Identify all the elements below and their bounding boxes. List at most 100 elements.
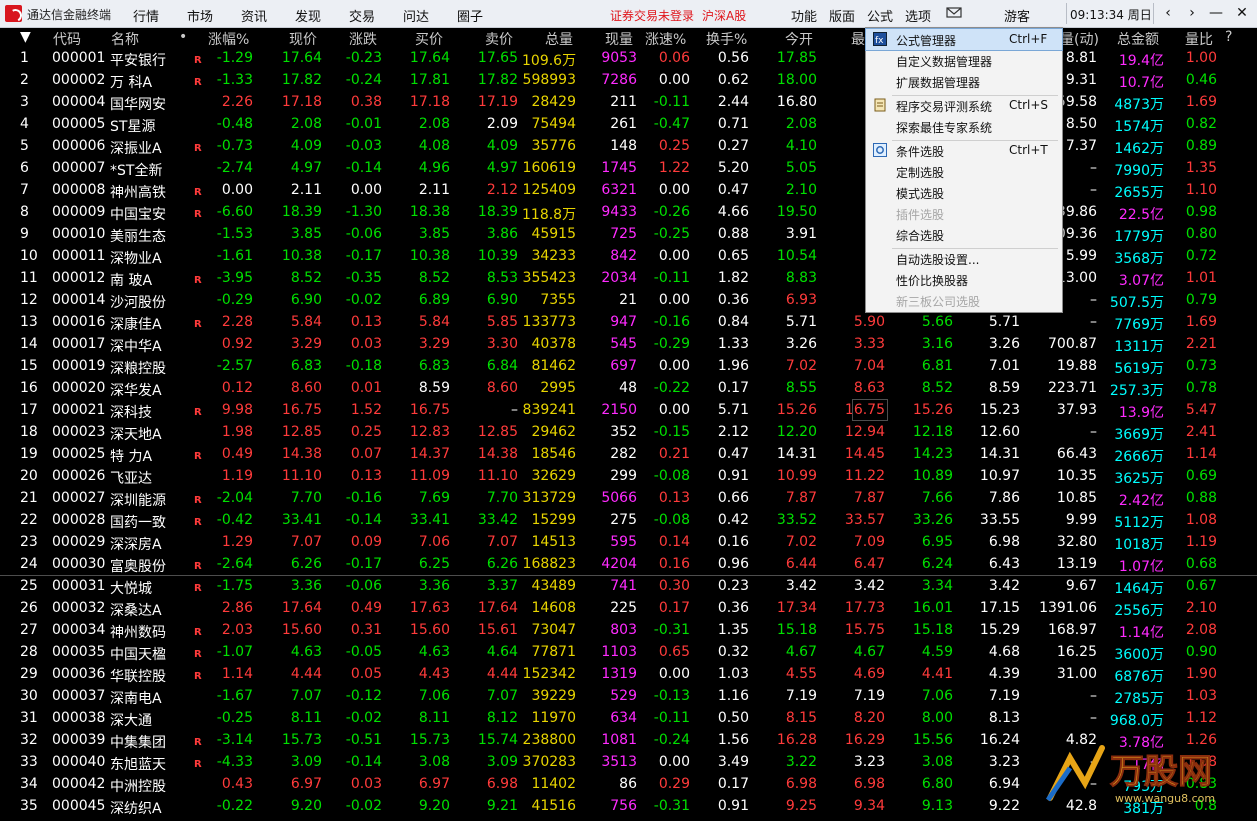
table-row[interactable]: 24 000030 富奥股份 R -2.64 6.26 -0.17 6.25 6.26 16882… [0, 554, 1257, 576]
col-current-volume[interactable]: 现量 [605, 29, 633, 49]
cell-cur: 529 [610, 688, 637, 704]
cell-open: 18.00 [776, 72, 817, 88]
col-help[interactable]: ? [1225, 29, 1232, 45]
col-volume-ratio[interactable]: 量比 [1185, 29, 1213, 49]
forward-icon[interactable]: › [1182, 4, 1202, 22]
menu-wenda[interactable]: 问达 [403, 6, 429, 25]
trade-login-status[interactable]: 证券交易未登录 [610, 7, 694, 24]
menu-jiaoyi[interactable]: 交易 [349, 6, 375, 25]
table-row[interactable]: 23 000029 深深房A 1.29 7.07 0.09 7.06 7.07 14513 595… [0, 532, 1257, 554]
menu-zixun[interactable]: 资讯 [241, 6, 267, 25]
table-row[interactable]: 27 000034 神州数码 R 2.03 15.60 0.31 15.60 15.61 7304… [0, 620, 1257, 642]
table-row[interactable]: 8 000009 中国宝安 R -6.60 18.39 -1.30 18.38 18.39 118… [0, 202, 1257, 224]
col-name[interactable]: 名称 [111, 29, 139, 49]
table-row[interactable]: 13 000016 深康佳A R 2.28 5.84 0.13 5.84 5.85 133773 9… [0, 312, 1257, 334]
cell-code: 000012 [52, 270, 106, 286]
col-change[interactable]: 涨跌 [349, 29, 377, 49]
col-volume[interactable]: 总量 [545, 29, 573, 49]
col-turnover[interactable]: 换手% [706, 29, 747, 49]
col-change-pct[interactable]: 涨幅% [208, 29, 249, 49]
table-row[interactable]: 16 000020 深华发A 0.12 8.60 0.01 8.59 8.60 2995 48 -0… [0, 378, 1257, 400]
menu-item-condition-select[interactable]: 条件选股 Ctrl+T [866, 140, 1062, 161]
col-ratio[interactable]: 量(动) [1060, 29, 1099, 49]
table-row[interactable]: 19 000025 特 力A R 0.49 14.38 0.07 14.37 14.38 1854… [0, 444, 1257, 466]
cell-open: 8.15 [785, 710, 817, 726]
cell-pct: 0.00 [221, 182, 253, 198]
table-row[interactable]: 28 000035 中国天楹 R -1.07 4.63 -0.05 4.63 4.64 77871… [0, 642, 1257, 664]
menu-banmian[interactable]: 版面 [829, 6, 855, 25]
menu-item-combined-select[interactable]: 综合选股 [866, 224, 1062, 245]
table-row[interactable]: 10 000011 深物业A -1.61 10.38 -0.17 10.38 10.39 342… [0, 246, 1257, 268]
menu-item-program-trading[interactable]: 程序交易评测系统 Ctrl+S [866, 95, 1062, 116]
table-row[interactable]: 18 000023 深天地A 1.98 12.85 0.25 12.83 12.85 29462… [0, 422, 1257, 444]
table-row[interactable]: 31 000038 深大通 -0.25 8.11 -0.02 8.11 8.12 11970 63… [0, 708, 1257, 730]
menu-xuanxiang[interactable]: 选项 [905, 6, 931, 25]
table-row[interactable]: 2 000002 万 科A R -1.33 17.82 -0.24 17.81 17.82 598… [0, 70, 1257, 92]
table-row[interactable]: 25 000031 大悦城 R -1.75 3.36 -0.06 3.36 3.37 43489 7… [0, 576, 1257, 598]
table-row[interactable]: 1 000001 平安银行 R -1.29 17.64 -0.23 17.64 17.65 109… [0, 48, 1257, 70]
table-row[interactable]: 17 000021 深科技 R 9.98 16.75 1.52 16.75–839241 215… [0, 400, 1257, 422]
cell-spd: -0.08 [653, 512, 690, 528]
col-price[interactable]: 现价 [289, 29, 317, 49]
col-code[interactable]: 代码 [53, 29, 81, 49]
mail-icon[interactable] [946, 4, 962, 24]
cell-vol: 152342 [522, 666, 576, 682]
table-row[interactable]: 5 000006 深振业A R -0.73 4.09 -0.03 4.08 4.09 35776 1… [0, 136, 1257, 158]
table-row[interactable]: 15 000019 深粮控股 -2.57 6.83 -0.18 6.83 6.84 81462 6… [0, 356, 1257, 378]
user-label[interactable]: 游客 [1004, 6, 1030, 25]
cell-turn: 0.17 [717, 776, 749, 792]
menu-item-pattern-select[interactable]: 模式选股 [866, 182, 1062, 203]
cell-name: 万 科A [110, 75, 153, 91]
cell-ratio: 10.35 [1056, 468, 1097, 484]
table-row[interactable]: 6 000007 *ST全新 -2.74 4.97 -0.14 4.96 4.97 160619… [0, 158, 1257, 180]
maximize-icon[interactable] [1207, 4, 1227, 22]
menu-item-custom-select[interactable]: 定制选股 [866, 161, 1062, 182]
col-bid[interactable]: 买价 [415, 29, 443, 49]
menu-item-formula-manager[interactable]: fx 公式管理器 Ctrl+F [865, 28, 1063, 51]
cell-code: 000036 [52, 666, 106, 682]
col-ask[interactable]: 卖价 [485, 29, 513, 49]
table-row[interactable]: 20 000026 飞亚达 1.19 11.10 0.13 11.09 11.10 32629 2… [0, 466, 1257, 488]
table-row[interactable]: 7 000008 神州高铁 R 0.00 2.11 0.00 2.11 2.12 125409 63… [0, 180, 1257, 202]
table-row[interactable]: 12 000014 沙河股份 -0.29 6.90 -0.02 6.89 6.90 7355 21… [0, 290, 1257, 312]
cell-low: 8.00 [921, 710, 953, 726]
table-row[interactable]: 9 000010 美丽生态 -1.53 3.85 -0.06 3.85 3.86 45915 72… [0, 224, 1257, 246]
table-row[interactable]: 29 000036 华联控股 R 1.14 4.44 0.05 4.43 4.44 152342 1… [0, 664, 1257, 686]
table-row[interactable]: 21 000027 深圳能源 R -2.04 7.70 -0.16 7.69 7.70 31372… [0, 488, 1257, 510]
col-amount[interactable]: 总金额 [1117, 29, 1159, 49]
cell-pct: -0.42 [216, 512, 253, 528]
cell-vr: 0.89 [1185, 138, 1217, 154]
menu-item-plugin-select: 插件选股 [896, 208, 945, 222]
menu-item-expert-system[interactable]: 探索最佳专家系统 [866, 116, 1062, 137]
table-row[interactable]: 4 000005 ST星源 -0.48 2.08 -0.01 2.08 2.09 75494 26… [0, 114, 1257, 136]
cell-vr: 0.98 [1185, 204, 1217, 220]
menu-quanzi[interactable]: 圈子 [457, 6, 483, 25]
sort-toggle-icon[interactable]: ▼ [20, 29, 31, 45]
menu-item-value-swapper[interactable]: 性价比换股器 [866, 269, 1062, 290]
table-row[interactable]: 3 000004 国华网安 2.26 17.18 0.38 17.18 17.19 28429 2… [0, 92, 1257, 114]
table-row[interactable]: 26 000032 深桑达A 2.86 17.64 0.49 17.63 17.64 14608… [0, 598, 1257, 620]
table-row[interactable]: 11 000012 南 玻A R -3.95 8.52 -0.35 8.52 8.53 35542… [0, 268, 1257, 290]
row-group-divider [0, 575, 1257, 576]
close-icon[interactable]: ✕ [1232, 4, 1252, 22]
col-high[interactable]: 最 [851, 29, 865, 49]
col-speed[interactable]: 涨速% [645, 29, 686, 49]
cell-low: 15.18 [912, 622, 953, 638]
table-row[interactable]: 22 000028 国药一致 R -0.42 33.41 -0.14 33.41 33.42 15… [0, 510, 1257, 532]
table-row[interactable]: 14 000017 深中华A 0.92 3.29 0.03 3.29 3.30 40378 545… [0, 334, 1257, 356]
menu-faxian[interactable]: 发现 [295, 6, 321, 25]
market-label[interactable]: 沪深A股 [702, 7, 746, 24]
col-open[interactable]: 今开 [785, 29, 813, 49]
menu-shichang[interactable]: 市场 [187, 6, 213, 25]
menu-gongshi[interactable]: 公式 [867, 6, 893, 25]
cell-code: 000021 [52, 402, 106, 418]
cell-pct: 1.19 [221, 468, 253, 484]
menu-item-extend-data[interactable]: 扩展数据管理器 [866, 71, 1062, 92]
cell-vr: 0.90 [1185, 644, 1217, 660]
menu-item-custom-data[interactable]: 自定义数据管理器 [866, 50, 1062, 71]
menu-item-auto-select-settings[interactable]: 自动选股设置... [866, 248, 1062, 269]
menu-hangqing[interactable]: 行情 [133, 6, 159, 25]
table-row[interactable]: 30 000037 深南电A -1.67 7.07 -0.12 7.06 7.07 39229 5… [0, 686, 1257, 708]
menu-gongneng[interactable]: 功能 [791, 6, 817, 25]
back-icon[interactable]: ‹ [1158, 4, 1178, 22]
